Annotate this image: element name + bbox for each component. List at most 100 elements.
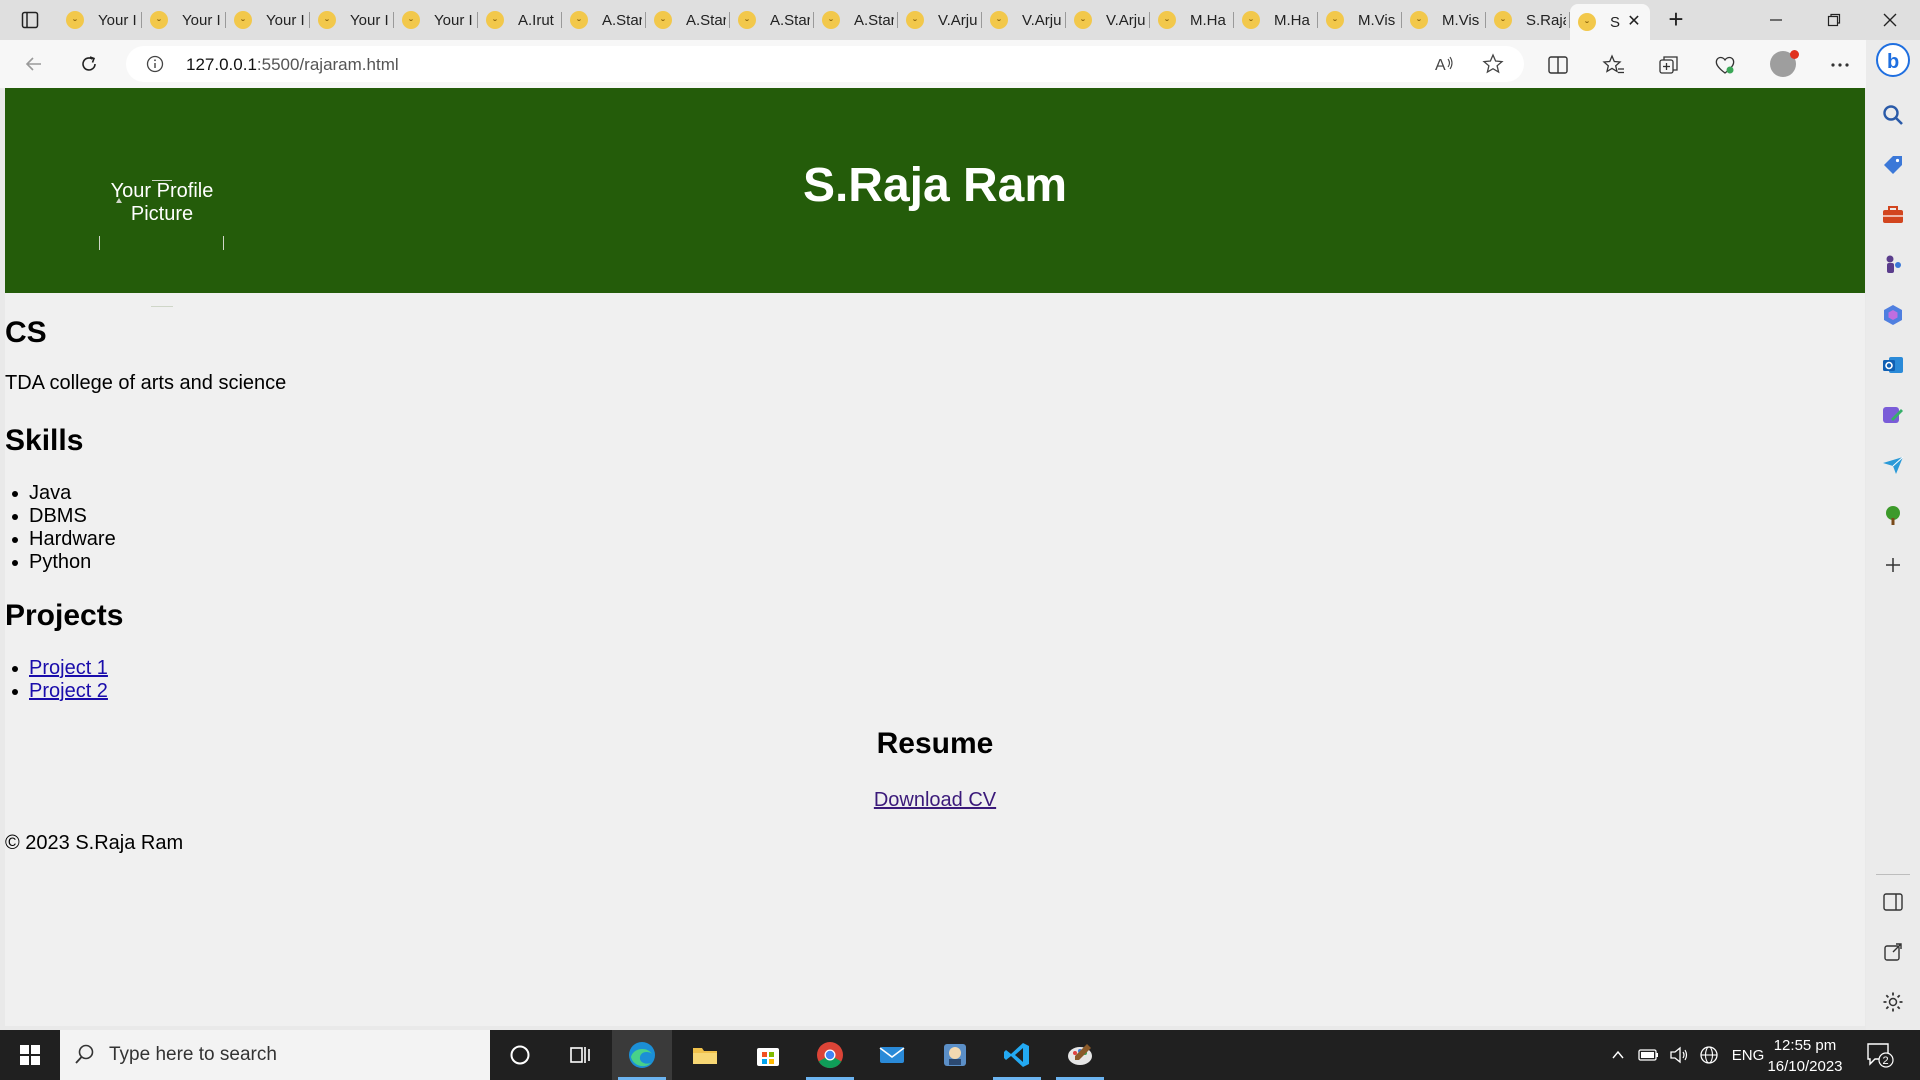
- site-favicon-icon: ᵕ: [1326, 11, 1344, 29]
- tools-briefcase-icon[interactable]: [1881, 203, 1905, 227]
- back-arrow-icon[interactable]: [16, 48, 52, 80]
- site-favicon-icon: ᵕ: [1074, 11, 1092, 29]
- project-item: Project 1: [12, 657, 108, 680]
- task-view-icon[interactable]: [550, 1030, 610, 1080]
- favorite-star-icon[interactable]: [1482, 53, 1504, 75]
- tree-icon[interactable]: [1881, 503, 1905, 527]
- system-clock[interactable]: 12:55 pm 16/10/2023: [1760, 1035, 1850, 1077]
- tab-actions-icon[interactable]: [12, 6, 48, 34]
- mail-icon[interactable]: [862, 1030, 922, 1080]
- favorites-icon[interactable]: [1602, 53, 1626, 77]
- taskbar-search-box[interactable]: Type here to search: [60, 1030, 490, 1080]
- site-info-icon[interactable]: [146, 55, 164, 78]
- site-favicon-icon: ᵕ: [66, 11, 84, 29]
- download-cv-link[interactable]: Download CV: [874, 789, 996, 811]
- tab[interactable]: ᵕ M.Vis: [1402, 4, 1486, 36]
- tabs-list: ᵕ Your I ᵕ Your I ᵕ Your I ᵕ Your I ᵕ Your I …: [58, 4, 1650, 40]
- add-icon[interactable]: [1881, 553, 1905, 577]
- tab-label: A.Star: [602, 11, 642, 29]
- skill-item: Python: [12, 551, 116, 574]
- read-aloud-icon[interactable]: A: [1434, 53, 1456, 75]
- tab[interactable]: ᵕ A.Star: [562, 4, 646, 36]
- tab[interactable]: ᵕ A.Star: [814, 4, 898, 36]
- tab-active[interactable]: ᵕ S ✕: [1570, 4, 1650, 40]
- tab[interactable]: ᵕ Your I: [142, 4, 226, 36]
- url-text[interactable]: 127.0.0.1:5500/rajaram.html: [186, 55, 399, 75]
- site-header: Your Profile Picture S.Raja Ram: [5, 88, 1865, 293]
- windows-start-icon[interactable]: [0, 1030, 60, 1080]
- refresh-icon[interactable]: [71, 48, 107, 80]
- show-hidden-icons-icon[interactable]: [1606, 1030, 1630, 1080]
- project-link[interactable]: Project 2: [29, 680, 108, 702]
- site-favicon-icon: ᵕ: [150, 11, 168, 29]
- file-explorer-icon[interactable]: [675, 1030, 735, 1080]
- shopping-tag-icon[interactable]: [1881, 153, 1905, 177]
- tab[interactable]: ᵕ M.Vis: [1318, 4, 1402, 36]
- tab[interactable]: ᵕ V.Arju: [898, 4, 982, 36]
- hide-sidebar-icon[interactable]: [1881, 890, 1905, 914]
- new-tab-button[interactable]: +: [1660, 6, 1692, 32]
- tab[interactable]: ᵕ A.Star: [730, 4, 814, 36]
- more-options-icon[interactable]: [1828, 53, 1852, 77]
- notifications-icon[interactable]: 2: [1866, 1042, 1894, 1073]
- restore-icon[interactable]: [1806, 0, 1862, 40]
- tab[interactable]: ᵕ M.Ha: [1234, 4, 1318, 36]
- microsoft-store-icon[interactable]: [738, 1030, 798, 1080]
- split-screen-icon[interactable]: [1546, 53, 1570, 77]
- tab[interactable]: ᵕ A.Irut: [478, 4, 562, 36]
- site-favicon-icon: ᵕ: [822, 11, 840, 29]
- tab[interactable]: ᵕ Your I: [310, 4, 394, 36]
- collections-icon[interactable]: [1657, 53, 1681, 77]
- close-window-icon[interactable]: [1862, 0, 1918, 40]
- tab[interactable]: ᵕ Your I: [58, 4, 142, 36]
- browser-essentials-icon[interactable]: [1713, 53, 1737, 77]
- site-favicon-icon: ᵕ: [990, 11, 1008, 29]
- tab[interactable]: ᵕ S.Raja: [1486, 4, 1570, 36]
- close-tab-icon[interactable]: ✕: [1626, 13, 1642, 30]
- profile-picture-border: [151, 306, 173, 307]
- chrome-icon[interactable]: [800, 1030, 860, 1080]
- profile-notification-dot: [1790, 50, 1799, 59]
- settings-gear-icon[interactable]: [1881, 990, 1905, 1014]
- photos-app-icon[interactable]: [925, 1030, 985, 1080]
- microsoft-365-icon[interactable]: [1881, 303, 1905, 327]
- browser-toolbar: 127.0.0.1:5500/rajaram.html A: [0, 40, 1920, 88]
- tab[interactable]: ᵕ A.Star: [646, 4, 730, 36]
- tab-label: M.Ha: [1274, 11, 1310, 29]
- tab[interactable]: ᵕ V.Arju: [1066, 4, 1150, 36]
- resume-heading: Resume: [876, 727, 994, 760]
- vscode-icon[interactable]: [987, 1030, 1047, 1080]
- tab-label: A.Irut: [518, 11, 554, 29]
- paint-app-icon[interactable]: [1050, 1030, 1110, 1080]
- site-favicon-icon: ᵕ: [570, 11, 588, 29]
- network-globe-icon[interactable]: [1696, 1030, 1722, 1080]
- tab[interactable]: ᵕ Your I: [226, 4, 310, 36]
- address-bar[interactable]: 127.0.0.1:5500/rajaram.html A: [126, 46, 1524, 82]
- send-icon[interactable]: [1881, 453, 1905, 477]
- tab[interactable]: ᵕ Your I: [394, 4, 478, 36]
- skills-heading: Skills: [5, 424, 84, 457]
- tab-label: M.Ha: [1190, 11, 1226, 29]
- project-link[interactable]: Project 1: [29, 657, 108, 679]
- bing-chat-icon[interactable]: b: [1875, 42, 1911, 78]
- tab-label: S: [1610, 13, 1621, 31]
- compose-icon[interactable]: [1881, 403, 1905, 427]
- battery-icon[interactable]: [1636, 1030, 1662, 1080]
- skills-list: Java DBMS Hardware Python: [12, 482, 116, 574]
- taskbar-search-placeholder: Type here to search: [109, 1044, 277, 1065]
- edge-browser-icon[interactable]: [612, 1030, 672, 1080]
- outlook-icon[interactable]: [1881, 353, 1905, 377]
- games-icon[interactable]: [1881, 253, 1905, 277]
- minimize-icon[interactable]: [1748, 0, 1804, 40]
- cortana-icon[interactable]: [490, 1030, 550, 1080]
- profile-picture-border: [223, 236, 224, 250]
- site-favicon-icon: ᵕ: [1242, 11, 1260, 29]
- tab-label: A.Star: [686, 11, 726, 29]
- search-icon[interactable]: [1881, 103, 1905, 127]
- tab[interactable]: ᵕ M.Ha: [1150, 4, 1234, 36]
- open-external-icon[interactable]: [1881, 940, 1905, 964]
- volume-icon[interactable]: [1666, 1030, 1692, 1080]
- tab[interactable]: ᵕ V.Arju: [982, 4, 1066, 36]
- tab-label: Your I: [434, 11, 473, 29]
- tab-label: M.Vis: [1442, 11, 1480, 29]
